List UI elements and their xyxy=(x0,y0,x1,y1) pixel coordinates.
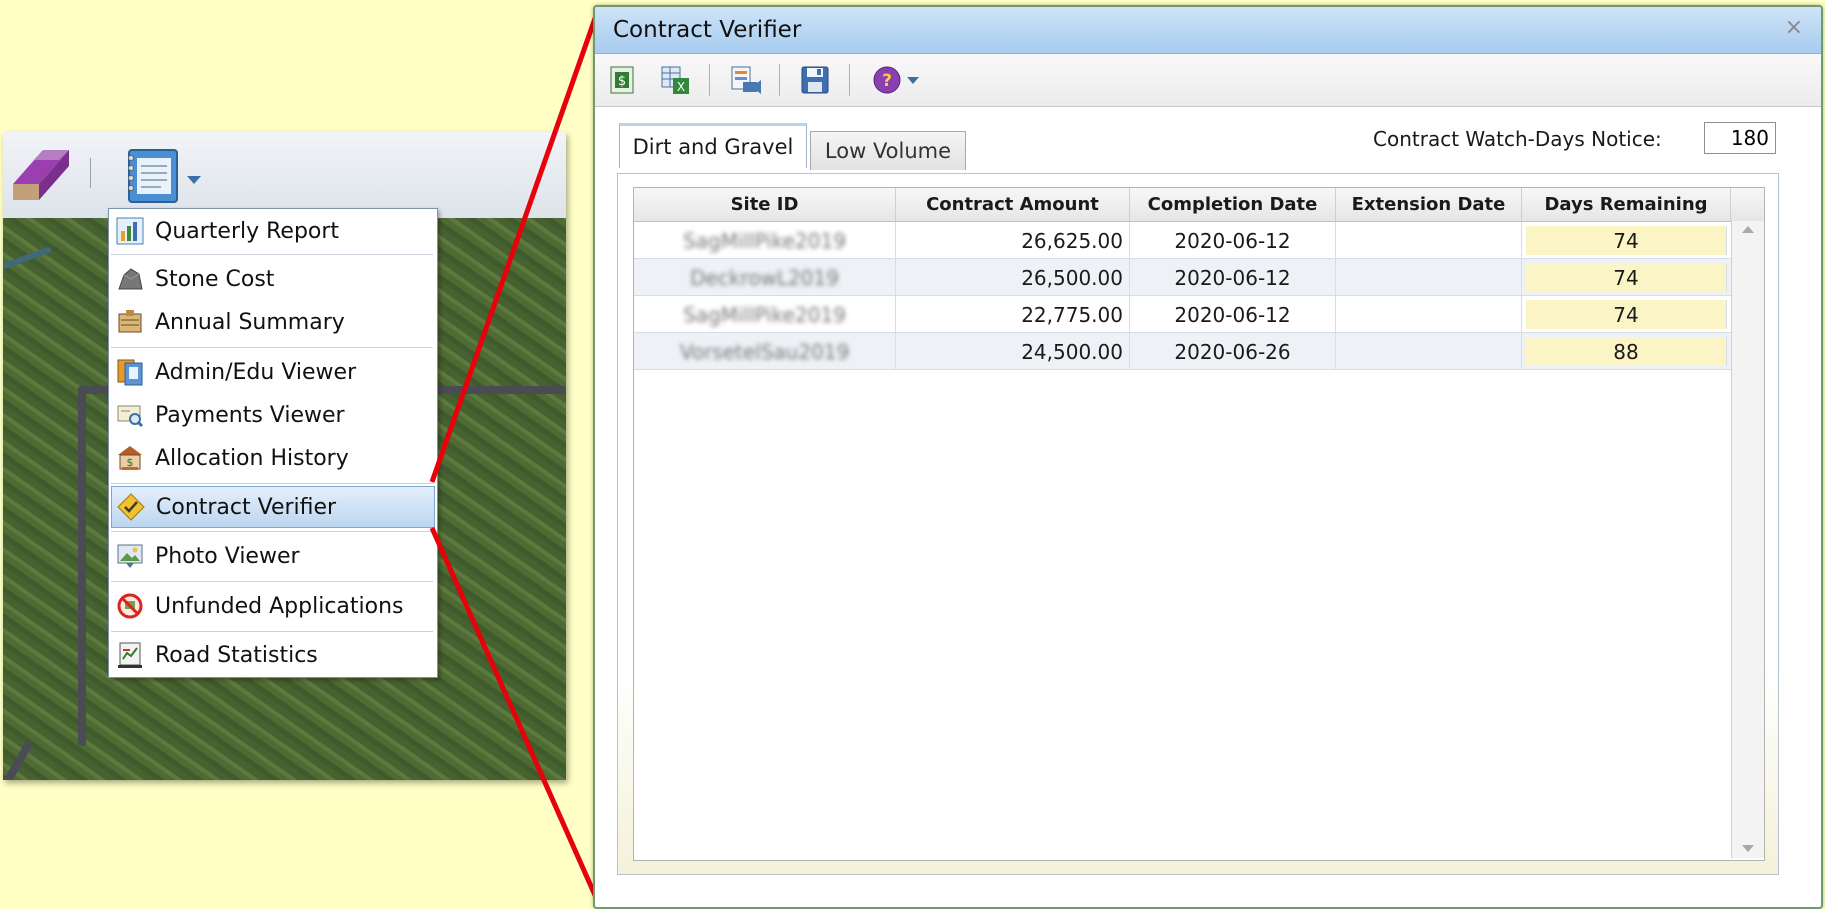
column-header-contract-amount[interactable]: Contract Amount xyxy=(896,188,1130,221)
table-row[interactable]: VorsetelSau2019 24,500.00 2020-06-26 88 xyxy=(634,333,1731,370)
save-icon[interactable] xyxy=(799,64,831,96)
days-remaining-value: 88 xyxy=(1526,337,1727,366)
close-button[interactable]: × xyxy=(1785,15,1803,40)
site-id-cell: SagMillPike2019 xyxy=(634,296,896,333)
tab-label: Dirt and Gravel xyxy=(632,135,794,159)
scroll-down-icon xyxy=(1742,845,1754,852)
completion-date-cell: 2020-06-26 xyxy=(1130,333,1336,370)
completion-date-cell: 2020-06-12 xyxy=(1130,222,1336,259)
export-excel-icon[interactable]: X xyxy=(659,64,691,96)
days-remaining-value: 74 xyxy=(1526,263,1727,292)
days-remaining-cell: 74 xyxy=(1522,222,1731,259)
chevron-down-icon xyxy=(907,77,919,84)
completion-date-cell: 2020-06-12 xyxy=(1130,259,1336,296)
scrollbar-arrows xyxy=(1742,226,1754,852)
watch-days-label: Contract Watch-Days Notice: xyxy=(1373,127,1662,151)
days-remaining-value: 74 xyxy=(1526,226,1727,255)
table-row[interactable]: SagMillPike2019 22,775.00 2020-06-12 74 xyxy=(634,296,1731,333)
contracts-grid: Site ID Contract Amount Completion Date … xyxy=(633,187,1765,861)
completion-date-cell: 2020-06-12 xyxy=(1130,296,1336,333)
site-id-value: SagMillPike2019 xyxy=(683,302,846,327)
site-id-cell: DeckrowL2019 xyxy=(634,259,896,296)
column-header-completion-date[interactable]: Completion Date xyxy=(1130,188,1336,221)
tab-dirt-and-gravel[interactable]: Dirt and Gravel xyxy=(619,123,807,168)
dialog-toolbar: $ X ? xyxy=(595,54,1821,107)
grid-header: Site ID Contract Amount Completion Date … xyxy=(634,188,1764,222)
toolbar-separator xyxy=(779,64,780,96)
svg-text:?: ? xyxy=(882,71,892,91)
refresh-money-icon[interactable]: $ xyxy=(607,64,639,96)
table-row[interactable]: DeckrowL2019 26,500.00 2020-06-12 74 xyxy=(634,259,1731,296)
extension-date-cell xyxy=(1336,222,1522,259)
site-id-value: DeckrowL2019 xyxy=(690,265,839,290)
column-header-extension-date[interactable]: Extension Date xyxy=(1336,188,1522,221)
dialog-title: Contract Verifier xyxy=(613,17,802,43)
tab-label: Low Volume xyxy=(824,139,952,163)
days-remaining-cell: 88 xyxy=(1522,333,1731,370)
contract-amount-cell: 26,500.00 xyxy=(896,259,1130,296)
extension-date-cell xyxy=(1336,259,1522,296)
watch-days-input[interactable] xyxy=(1704,122,1776,154)
days-remaining-value: 74 xyxy=(1526,300,1727,329)
svg-text:X: X xyxy=(677,80,685,94)
toolbar-separator xyxy=(849,64,850,96)
dialog-titlebar[interactable]: Contract Verifier × xyxy=(595,7,1821,54)
table-row[interactable]: SagMillPike2019 26,625.00 2020-06-12 74 xyxy=(634,222,1731,259)
callout-line-top xyxy=(429,9,601,483)
extension-date-cell xyxy=(1336,296,1522,333)
contract-amount-cell: 22,775.00 xyxy=(896,296,1130,333)
contract-amount-cell: 26,625.00 xyxy=(896,222,1130,259)
print-preview-icon[interactable] xyxy=(729,64,761,96)
help-icon[interactable]: ? xyxy=(873,64,929,96)
contract-verifier-dialog: Contract Verifier × $ X ? Dirt and Grave… xyxy=(593,5,1823,909)
contract-amount-cell: 24,500.00 xyxy=(896,333,1130,370)
extension-date-cell xyxy=(1336,333,1522,370)
scroll-up-icon xyxy=(1742,226,1754,233)
grid-scrollbar[interactable] xyxy=(1731,221,1764,858)
column-header-days-remaining[interactable]: Days Remaining xyxy=(1522,188,1731,221)
site-id-value: VorsetelSau2019 xyxy=(679,339,850,364)
tab-low-volume[interactable]: Low Volume xyxy=(810,131,966,170)
column-header-site-id[interactable]: Site ID xyxy=(634,188,896,221)
toolbar-separator xyxy=(709,64,710,96)
svg-text:$: $ xyxy=(618,74,626,89)
days-remaining-cell: 74 xyxy=(1522,259,1731,296)
site-id-value: SagMillPike2019 xyxy=(683,228,846,253)
site-id-cell: SagMillPike2019 xyxy=(634,222,896,259)
days-remaining-cell: 74 xyxy=(1522,296,1731,333)
site-id-cell: VorsetelSau2019 xyxy=(634,333,896,370)
callout-line-bottom xyxy=(429,526,601,904)
